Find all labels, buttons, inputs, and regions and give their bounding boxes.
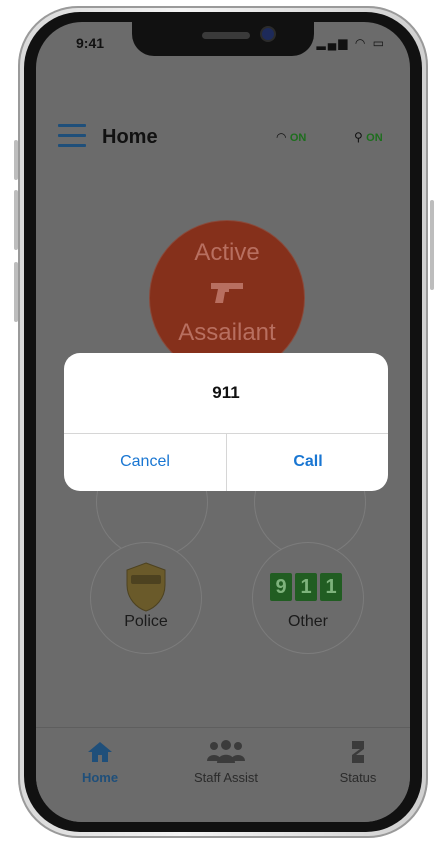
- home-icon: [88, 742, 112, 762]
- 911-digits: 9 1 1: [270, 573, 342, 601]
- location-pin-icon: ⚲: [354, 130, 363, 144]
- power-button: [430, 200, 434, 290]
- wifi-icon: ◠: [276, 130, 287, 144]
- tab-status[interactable]: Status: [308, 736, 408, 785]
- digit: 1: [295, 573, 317, 601]
- status-icon: [352, 741, 364, 763]
- gun-icon: [211, 283, 243, 303]
- tab-staff-assist-label: Staff Assist: [193, 770, 259, 785]
- location-status: ON: [366, 132, 383, 144]
- other-label: Other: [287, 613, 328, 630]
- digit: 1: [320, 573, 342, 601]
- wifi-status: ON: [289, 132, 307, 144]
- tab-home-label: Home: [81, 770, 119, 785]
- battery-icon: ▭: [372, 36, 386, 50]
- police-label: Police: [124, 613, 168, 630]
- group-icon: [207, 740, 245, 763]
- call-button[interactable]: Call: [227, 433, 388, 491]
- wifi-status-icon: ◠: [354, 36, 368, 50]
- location-indicator: ⚲ ON: [354, 130, 383, 144]
- status-time: 9:41: [76, 35, 105, 51]
- assailant-label: Assailant: [178, 319, 276, 346]
- menu-icon[interactable]: [58, 124, 86, 148]
- status-icons: ▂▄▆ ◠ ▭: [317, 36, 386, 50]
- wifi-indicator: ◠ ON: [276, 130, 306, 144]
- page-title: Home: [102, 126, 158, 148]
- side-button: [14, 262, 18, 322]
- app-header: Home ◠ ON ⚲ ON: [36, 122, 410, 162]
- cancel-button[interactable]: Cancel: [64, 433, 226, 491]
- active-label: Active: [194, 239, 260, 266]
- speaker-grille: [202, 32, 250, 39]
- call-alert-dialog: 911 Cancel Call: [64, 353, 388, 491]
- police-button[interactable]: Police: [90, 542, 202, 654]
- side-button: [14, 190, 18, 250]
- police-badge-icon: [126, 562, 166, 612]
- screen: 9:41 ▂▄▆ ◠ ▭ Home ◠ ON ⚲ ON Active Assai…: [36, 22, 410, 822]
- tab-home[interactable]: Home: [50, 736, 150, 785]
- tab-bar: Home Staff Assist Status: [36, 727, 410, 822]
- alert-title: 911: [212, 383, 240, 402]
- signal-icon: ▂▄▆: [316, 36, 350, 50]
- other-button[interactable]: 9 1 1 Other: [252, 542, 364, 654]
- digit: 9: [270, 573, 292, 601]
- notch: [132, 22, 314, 56]
- tab-staff-assist[interactable]: Staff Assist: [176, 736, 276, 785]
- tab-status-label: Status: [339, 770, 377, 785]
- camera: [262, 28, 274, 40]
- side-button: [14, 140, 18, 180]
